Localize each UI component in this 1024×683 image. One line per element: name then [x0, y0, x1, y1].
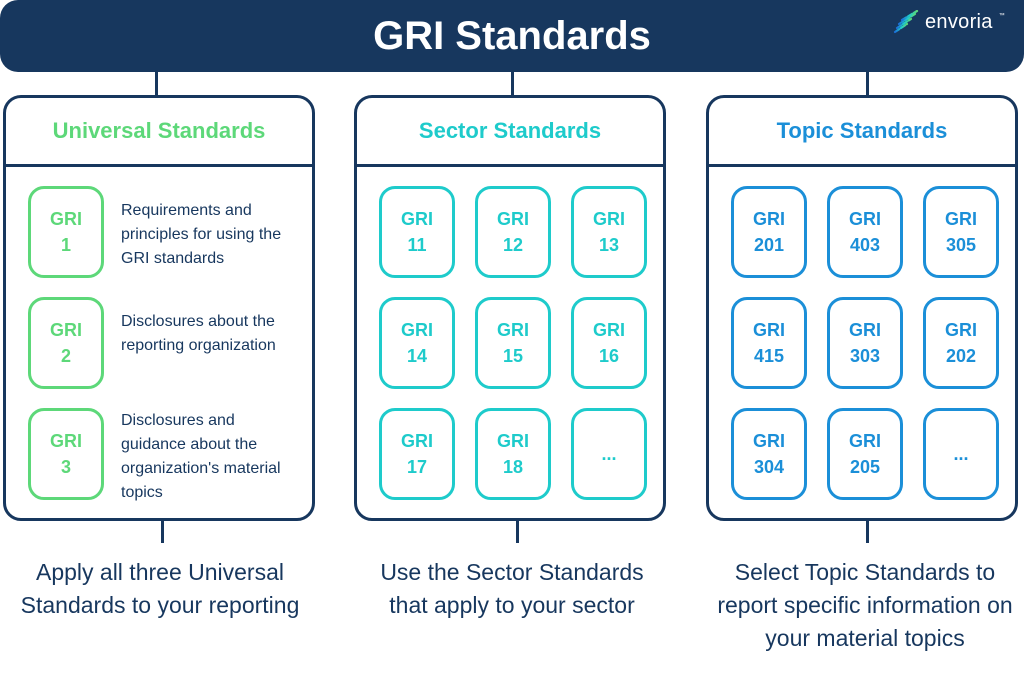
tile-number: 201 — [753, 235, 785, 255]
tile-number: 17 — [406, 457, 428, 477]
gri-tile: GRI 304 — [731, 408, 807, 500]
topic-panel-title: Topic Standards — [709, 98, 1015, 167]
tile-description: Requirements and principles for using th… — [121, 202, 282, 267]
tile-label: GRI — [752, 209, 785, 229]
gri-tile: GRI 201 — [731, 186, 807, 278]
sector-caption: Use the Sector Standards that apply to y… — [380, 559, 644, 618]
tile-number: 415 — [753, 346, 785, 366]
connector-topic-bottom — [866, 521, 869, 543]
tile-number: 305 — [945, 235, 977, 255]
tile-label: GRI — [592, 209, 625, 229]
header-bar: GRI Standards envoria ™ — [0, 0, 1024, 72]
tile-number: 15 — [502, 346, 524, 366]
universal-standards-panel: Universal Standards GRI 1 Requirements a… — [3, 95, 315, 521]
tile-number: 2 — [60, 346, 71, 366]
sector-panel-title: Sector Standards — [357, 98, 663, 167]
tile-description: Disclosures and guidance about the organ… — [121, 412, 281, 501]
tile-description: Disclosures about the reporting organiza… — [121, 313, 276, 354]
connector-sector-top — [511, 72, 514, 95]
connector-universal-top — [155, 72, 158, 95]
tile-label: GRI — [944, 320, 977, 340]
topic-caption: Select Topic Standards to report specifi… — [717, 559, 1013, 651]
tile-label: GRI — [752, 320, 785, 340]
gri-tile: ... — [923, 408, 999, 500]
tile-label: GRI — [848, 320, 881, 340]
tile-number: 18 — [502, 457, 524, 477]
tile-number: 12 — [502, 235, 524, 255]
tile-label: GRI — [49, 320, 82, 340]
gri-tile: GRI 12 — [475, 186, 551, 278]
tile-label: GRI — [496, 209, 529, 229]
universal-panel-title: Universal Standards — [6, 98, 312, 167]
tile-number: 14 — [406, 346, 428, 366]
gri-tile: GRI 15 — [475, 297, 551, 389]
gri-tile: GRI 202 — [923, 297, 999, 389]
tile-label: GRI — [848, 431, 881, 451]
trademark-symbol: ™ — [998, 13, 1005, 19]
gri-tile: GRI 17 — [379, 408, 455, 500]
gri-tile: GRI 305 — [923, 186, 999, 278]
gri-tile: GRI 2 — [28, 297, 104, 389]
tile-label: GRI — [496, 320, 529, 340]
connector-topic-top — [866, 72, 869, 95]
gri-tile: GRI 16 — [571, 297, 647, 389]
tile-label: GRI — [944, 209, 977, 229]
tile-label: ... — [601, 444, 617, 464]
logo-text: envoria — [925, 11, 993, 33]
sector-standards-panel: Sector Standards GRI 11 GRI 12 GRI 13 GRI 14 GRI… — [354, 95, 666, 521]
connector-sector-bottom — [516, 521, 519, 543]
gri-tile: GRI 205 — [827, 408, 903, 500]
tile-number: 16 — [598, 346, 620, 366]
gri-tile: GRI 1 — [28, 186, 104, 278]
connector-universal-bottom — [161, 521, 164, 543]
tile-number: 403 — [849, 235, 881, 255]
topic-standards-panel: Topic Standards GRI 201 GRI 403 GRI 305 GRI 415… — [706, 95, 1018, 521]
envoria-logo: envoria ™ — [893, 8, 1005, 36]
gri-tile: GRI 18 — [475, 408, 551, 500]
gri-tile: GRI 13 — [571, 186, 647, 278]
tile-number: 303 — [849, 346, 881, 366]
gri-tile: GRI 11 — [379, 186, 455, 278]
tile-label: GRI — [49, 209, 82, 229]
tile-label: GRI — [400, 320, 433, 340]
gri-tile: GRI 303 — [827, 297, 903, 389]
gri-tile: GRI 3 — [28, 408, 104, 500]
tile-number: 202 — [945, 346, 977, 366]
tile-label: GRI — [400, 209, 433, 229]
tile-label: ... — [953, 444, 969, 464]
envoria-stripes-icon — [893, 10, 919, 34]
gri-tile: GRI 14 — [379, 297, 455, 389]
universal-caption: Apply all three Universal Standards to y… — [20, 559, 300, 618]
tile-label: GRI — [592, 320, 625, 340]
page-title: GRI Standards — [373, 14, 651, 58]
tile-number: 1 — [60, 235, 71, 255]
tile-number: 205 — [849, 457, 881, 477]
tile-number: 13 — [598, 235, 620, 255]
gri-tile: ... — [571, 408, 647, 500]
tile-label: GRI — [49, 431, 82, 451]
tile-label: GRI — [496, 431, 529, 451]
gri-tile: GRI 403 — [827, 186, 903, 278]
tile-label: GRI — [752, 431, 785, 451]
tile-label: GRI — [400, 431, 433, 451]
gri-tile: GRI 415 — [731, 297, 807, 389]
tile-number: 3 — [60, 457, 71, 477]
tile-number: 304 — [753, 457, 785, 477]
tile-number: 11 — [407, 235, 427, 255]
tile-label: GRI — [848, 209, 881, 229]
